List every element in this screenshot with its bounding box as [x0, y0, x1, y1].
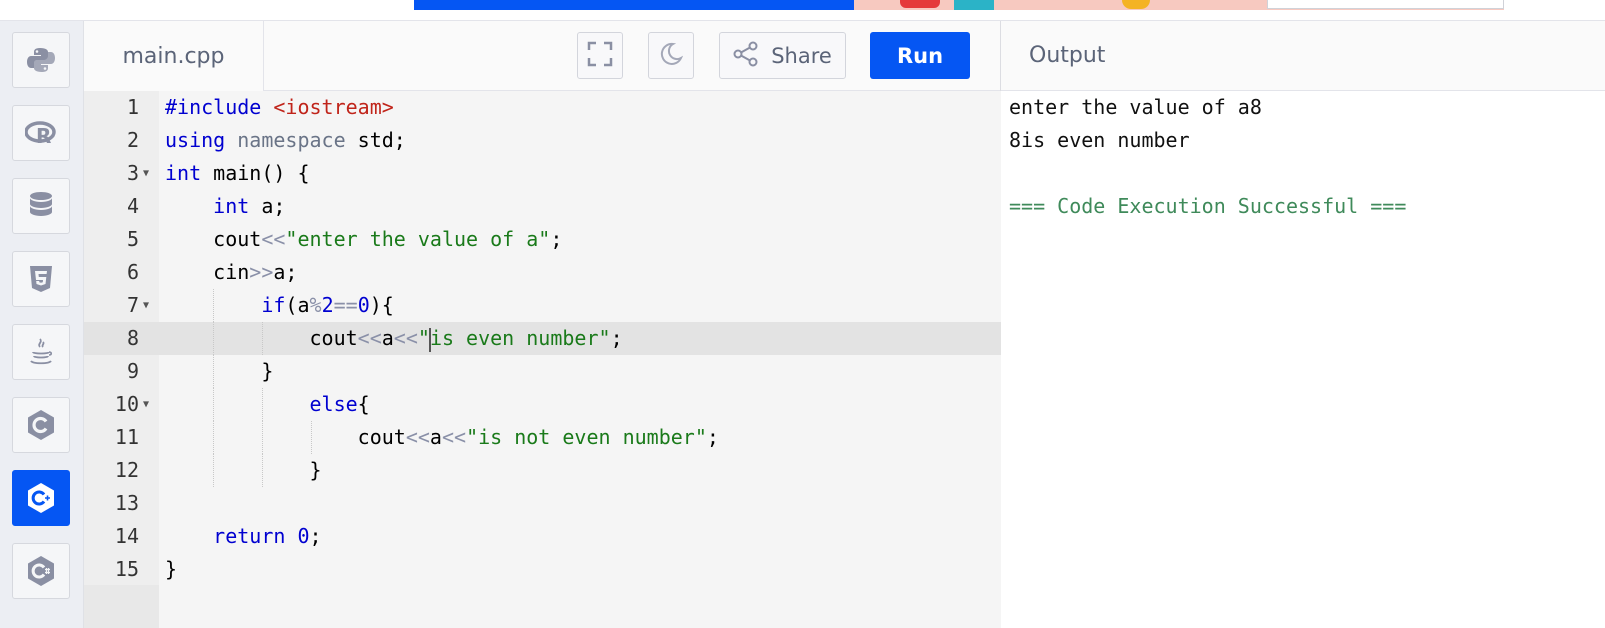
- python-icon: [26, 45, 56, 75]
- share-icon: [733, 41, 759, 71]
- code-line-11[interactable]: 11 cout<<a<<"is not even number";: [84, 421, 1001, 454]
- output-panel[interactable]: enter the value of a8 8is even number ==…: [1001, 91, 1605, 628]
- csharp-icon: [26, 555, 56, 587]
- text-cursor: [428, 327, 431, 352]
- ad-banner-white-box: [1267, 0, 1504, 9]
- sidebar-item-c[interactable]: [12, 397, 70, 453]
- file-tab-main-cpp[interactable]: main.cpp: [84, 21, 264, 91]
- code-line-text: int a;: [213, 194, 286, 218]
- moon-icon: [659, 42, 684, 70]
- code-line-12[interactable]: 12 }: [84, 454, 1001, 487]
- code-line-text: else{: [309, 392, 370, 416]
- line-number: 10: [114, 392, 139, 416]
- language-sidebar: R: [0, 21, 84, 628]
- ad-banner-blue-area: [414, 0, 854, 10]
- code-line-text: #include <iostream>: [165, 95, 394, 119]
- java-icon: [28, 337, 54, 367]
- line-number: 4: [126, 194, 139, 218]
- line-number: 7: [126, 293, 139, 317]
- code-line-text: using namespace std;: [165, 128, 406, 152]
- code-line-9[interactable]: 9 }: [84, 355, 1001, 388]
- sidebar-item-html[interactable]: [12, 251, 70, 307]
- c-icon: [26, 409, 56, 441]
- code-line-text: return 0;: [213, 524, 322, 548]
- fold-arrow-icon[interactable]: ▼: [143, 157, 149, 190]
- ad-banner-teal-shape: [954, 0, 994, 10]
- output-header: Output: [1001, 21, 1605, 91]
- sidebar-item-r[interactable]: R: [12, 105, 70, 161]
- code-line-15[interactable]: 15 }: [84, 553, 1001, 586]
- line-number: 11: [114, 425, 139, 449]
- code-line-text: cout<<a<<"is not even number";: [165, 425, 719, 449]
- sidebar-item-csharp[interactable]: [12, 543, 70, 599]
- code-line-10[interactable]: 10 ▼ else{: [84, 388, 1001, 421]
- line-number: 12: [114, 458, 139, 482]
- code-line-6[interactable]: 6 cin>>a;: [84, 256, 1001, 289]
- line-number: 5: [126, 227, 139, 251]
- database-icon: [28, 191, 54, 221]
- output-title: Output: [1029, 43, 1106, 68]
- fold-arrow-icon[interactable]: ▼: [143, 388, 149, 421]
- code-line-3[interactable]: 3 ▼ int main() {: [84, 157, 1001, 190]
- code-line-text: }: [165, 458, 322, 482]
- code-line-7[interactable]: 7 ▼ if(a%2==0){: [84, 289, 1001, 322]
- code-line-2[interactable]: 2 using namespace std;: [84, 124, 1001, 157]
- ad-banner[interactable]: [414, 0, 1504, 10]
- fullscreen-icon: [587, 41, 613, 71]
- output-line: 8is even number: [1009, 128, 1190, 152]
- theme-toggle-button[interactable]: [648, 32, 694, 79]
- share-button[interactable]: Share: [719, 32, 846, 79]
- file-tab-label: main.cpp: [122, 43, 225, 69]
- code-line-text: if(a%2==0){: [261, 293, 394, 317]
- cpp-icon: [26, 482, 56, 514]
- code-line-8[interactable]: 8 cout<<a<<"is even number";: [84, 322, 1001, 355]
- code-line-5[interactable]: 5 cout<<"enter the value of a";: [84, 223, 1001, 256]
- sidebar-item-python[interactable]: [12, 32, 70, 88]
- code-line-1[interactable]: 1 #include <iostream>: [84, 91, 1001, 124]
- code-line-14[interactable]: 14 return 0;: [84, 520, 1001, 553]
- ad-strip: [0, 0, 1605, 21]
- execution-status: === Code Execution Successful ===: [1009, 194, 1407, 218]
- svg-text:R: R: [36, 124, 51, 147]
- output-line: enter the value of a8: [1009, 95, 1262, 119]
- sidebar-item-cpp[interactable]: [12, 470, 70, 526]
- line-number: 13: [114, 491, 139, 515]
- code-line-text: }: [165, 359, 274, 383]
- code-line-text: int main() {: [165, 161, 310, 185]
- code-line-text: cout<<"enter the value of a";: [165, 227, 563, 251]
- line-number: 2: [126, 128, 139, 152]
- code-line-text: }: [165, 557, 178, 581]
- line-number: 9: [126, 359, 139, 383]
- code-line-13[interactable]: 13: [84, 487, 1001, 520]
- line-number: 1: [126, 95, 139, 119]
- fullscreen-button[interactable]: [577, 32, 623, 79]
- sidebar-item-sql[interactable]: [12, 178, 70, 234]
- line-number: 8: [126, 326, 139, 350]
- editor-toolbar: main.cpp Share Run: [84, 21, 1001, 91]
- code-line-text: cin>>a;: [165, 260, 298, 284]
- run-button[interactable]: Run: [870, 32, 970, 79]
- line-number: 6: [126, 260, 139, 284]
- line-number: 15: [114, 557, 139, 581]
- fold-arrow-icon[interactable]: ▼: [143, 289, 149, 322]
- ad-banner-yellow-shape: [1122, 0, 1150, 9]
- ad-banner-red-shape: [900, 0, 940, 8]
- code-line-text: cout<<a<<"is even number";: [165, 326, 623, 352]
- html5-icon: [28, 264, 54, 294]
- line-number: 3: [126, 161, 139, 185]
- code-line-4[interactable]: 4 int a;: [84, 190, 1001, 223]
- sidebar-item-java[interactable]: [12, 324, 70, 380]
- line-number: 14: [114, 524, 139, 548]
- r-icon: R: [25, 119, 57, 147]
- code-editor[interactable]: 1 #include <iostream> 2 using namespace …: [84, 91, 1001, 628]
- gutter-filler: [84, 585, 159, 628]
- share-button-label: Share: [771, 43, 832, 68]
